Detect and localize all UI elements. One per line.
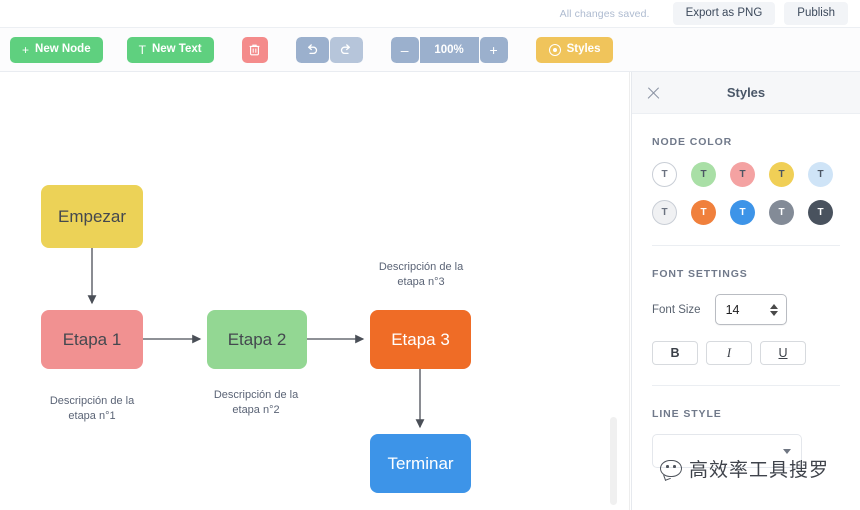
canvas-scrollbar-thumb[interactable]: [610, 417, 617, 505]
undo-redo-group: [295, 36, 363, 63]
canvas-scrollbar[interactable]: [610, 72, 617, 510]
color-swatch-gray[interactable]: T: [769, 200, 794, 225]
chevron-up-icon[interactable]: [769, 303, 778, 309]
color-swatch-yellow[interactable]: T: [769, 162, 794, 187]
description-1-line-2: etapa n°1: [68, 409, 116, 422]
node-etapa-2-label: Etapa 2: [227, 329, 287, 349]
font-size-value: 14: [725, 302, 740, 317]
chevron-down-icon[interactable]: [769, 310, 778, 316]
zoom-out-button[interactable]: –: [390, 36, 419, 63]
node-color-section-title: NODE COLOR: [652, 136, 733, 148]
swatch-glyph: T: [817, 207, 824, 218]
flowchart-canvas[interactable]: Empezar Etapa 1 Etapa 2 Etapa 3 Terminar…: [0, 72, 630, 510]
font-size-stepper[interactable]: 14: [714, 294, 787, 325]
editor-toolbar: + New Node T New Text – 100% + Styles: [0, 27, 860, 72]
font-size-label: Font Size: [652, 303, 701, 316]
gear-icon: [548, 43, 561, 56]
node-color-row-2: T T T T T: [652, 200, 840, 225]
underline-button[interactable]: U: [760, 341, 806, 365]
styles-button[interactable]: Styles: [535, 36, 614, 63]
styles-panel-body: NODE COLOR T T T T T T T T T T FONT SETT…: [632, 136, 860, 468]
styles-panel-title: Styles: [726, 85, 766, 100]
color-swatch-orange[interactable]: T: [691, 200, 716, 225]
swatch-glyph: T: [739, 207, 746, 218]
new-text-button[interactable]: T New Text: [126, 36, 214, 63]
italic-button[interactable]: I: [706, 341, 752, 365]
swatch-glyph: T: [700, 169, 707, 180]
close-icon[interactable]: [646, 85, 661, 100]
node-etapa-1[interactable]: Etapa 1: [41, 310, 143, 369]
node-description-1[interactable]: Descripción de la etapa n°1: [36, 394, 148, 424]
swatch-glyph: T: [778, 207, 785, 218]
zoom-in-button[interactable]: +: [479, 36, 508, 63]
publish-button[interactable]: Publish: [784, 1, 848, 26]
font-size-row: Font Size 14: [652, 294, 840, 325]
zoom-level-value[interactable]: 100%: [419, 36, 479, 63]
swatch-glyph: T: [778, 169, 785, 180]
new-node-label: New Node: [35, 42, 91, 55]
swatch-glyph: T: [739, 169, 746, 180]
color-swatch-light-blue[interactable]: T: [808, 162, 833, 187]
description-2-line-1: Descripción de la: [213, 389, 299, 401]
save-status-text: All changes saved.: [559, 7, 650, 20]
panel-divider-1: [652, 245, 840, 246]
color-swatch-red[interactable]: T: [730, 162, 755, 187]
color-swatch-green[interactable]: T: [691, 162, 716, 187]
new-text-label: New Text: [151, 42, 202, 55]
description-2-line-2: etapa n°2: [232, 403, 280, 416]
node-terminar-label: Terminar: [387, 453, 454, 473]
export-as-png-button[interactable]: Export as PNG: [672, 1, 776, 26]
node-description-3[interactable]: Descripción de la etapa n°3: [365, 260, 477, 290]
color-swatch-gray-light[interactable]: T: [652, 200, 677, 225]
text-t-icon: T: [138, 42, 146, 57]
line-style-select[interactable]: [652, 434, 802, 468]
canvas-right-edge: [629, 72, 630, 510]
swatch-glyph: T: [661, 207, 668, 218]
top-bar: All changes saved. Export as PNG Publish: [0, 0, 860, 27]
panel-divider-2: [652, 385, 840, 386]
node-etapa-3[interactable]: Etapa 3: [370, 310, 471, 369]
description-3-line-2: etapa n°3: [397, 275, 445, 288]
node-terminar[interactable]: Terminar: [370, 434, 471, 493]
styles-panel-header: Styles: [632, 72, 860, 114]
font-settings-section-title: FONT SETTINGS: [652, 268, 748, 280]
node-description-2[interactable]: Descripción de la etapa n°2: [200, 388, 312, 418]
description-3-line-1: Descripción de la: [378, 261, 464, 273]
plus-icon: +: [22, 42, 30, 57]
color-swatch-dark[interactable]: T: [808, 200, 833, 225]
node-etapa-3-label: Etapa 3: [391, 329, 450, 349]
redo-button[interactable]: [329, 36, 363, 63]
node-etapa-2[interactable]: Etapa 2: [207, 310, 307, 369]
new-node-button[interactable]: + New Node: [10, 36, 103, 63]
app-root: All changes saved. Export as PNG Publish…: [0, 0, 860, 510]
node-empezar[interactable]: Empezar: [41, 185, 143, 248]
chevron-down-icon: [783, 448, 791, 454]
connector-layer: [87, 248, 425, 429]
swatch-glyph: T: [817, 169, 824, 180]
undo-button[interactable]: [295, 36, 329, 63]
undo-arrow-icon: [308, 43, 318, 54]
bold-button[interactable]: B: [652, 341, 698, 365]
description-1-line-1: Descripción de la: [49, 395, 135, 407]
color-swatch-white[interactable]: T: [652, 162, 677, 187]
delete-button[interactable]: [241, 36, 268, 63]
swatch-glyph: T: [661, 169, 668, 180]
font-size-spinner-arrows[interactable]: [769, 303, 778, 316]
line-style-section-title: LINE STYLE: [652, 408, 722, 420]
node-color-row-1: T T T T T: [652, 162, 840, 187]
text-format-row: B I U: [652, 341, 840, 365]
node-etapa-1-label: Etapa 1: [62, 329, 122, 349]
styles-panel: Styles NODE COLOR T T T T T T T T T T FO…: [631, 72, 860, 510]
color-swatch-blue[interactable]: T: [730, 200, 755, 225]
zoom-group: – 100% +: [390, 36, 508, 63]
swatch-glyph: T: [700, 207, 707, 218]
trash-icon: [249, 44, 260, 55]
styles-button-label: Styles: [566, 42, 601, 55]
node-empezar-label: Empezar: [57, 206, 127, 226]
redo-arrow-icon: [341, 43, 351, 54]
